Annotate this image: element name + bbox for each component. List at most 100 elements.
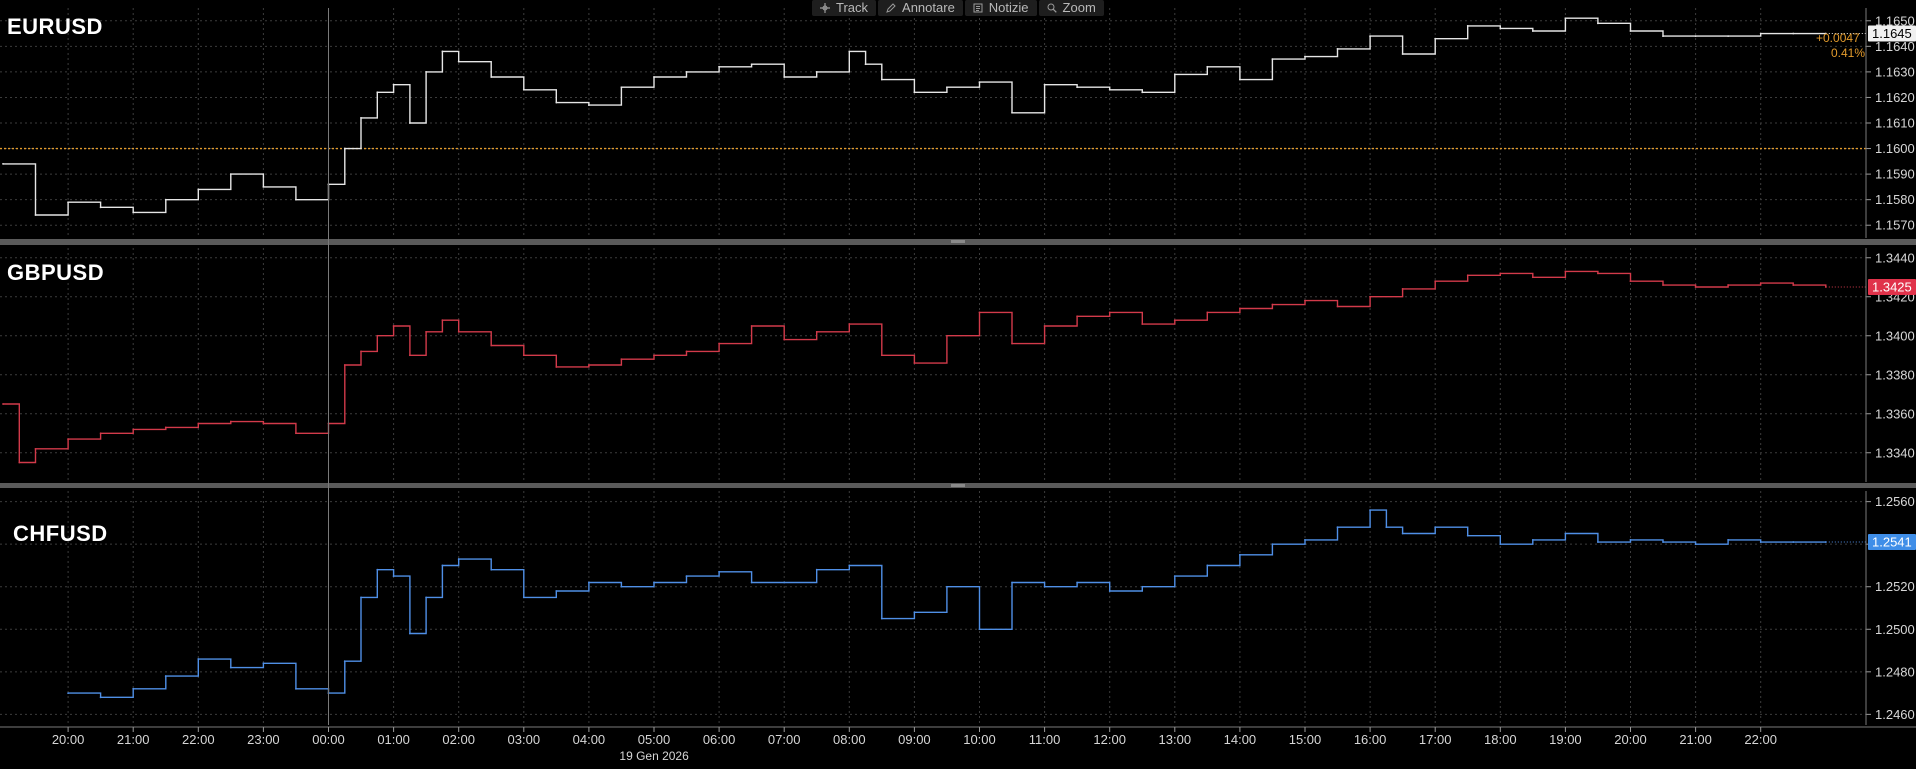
- x-tick-label: 09:00: [898, 732, 931, 747]
- gbpusd-data-point: [1108, 311, 1111, 314]
- chfusd-data-point: [1662, 541, 1664, 543]
- gbpusd-data-point: [1141, 323, 1144, 325]
- chfusd-data-point: [1727, 539, 1730, 541]
- eurusd-y-tick-label: 1.1590: [1875, 167, 1915, 182]
- eurusd-y-tick-label: 1.1610: [1875, 116, 1915, 131]
- eurusd-data-point: [1531, 30, 1534, 32]
- chfusd-data-point: [1141, 585, 1144, 588]
- gbpusd-data-point: [408, 354, 411, 357]
- chart-toolbar: Track Annotare Notizie Zoom: [812, 0, 1104, 16]
- x-tick-label: 12:00: [1093, 732, 1126, 747]
- gbpusd-y-tick-label: 1.3440: [1875, 250, 1915, 265]
- eurusd-data-point: [1271, 58, 1274, 61]
- gbpusd-data-point: [2, 403, 4, 405]
- news-button[interactable]: Notizie: [964, 0, 1037, 16]
- eurusd-y-tick-label: 1.1600: [1875, 141, 1915, 156]
- chfusd-data-point: [1108, 590, 1111, 592]
- chfusd-data-point: [1597, 541, 1599, 543]
- chfusd-data-point: [913, 611, 916, 614]
- gbpusd-data-point: [1531, 276, 1534, 279]
- gbpusd-data-point: [1759, 282, 1762, 284]
- chfusd-data-point: [815, 568, 818, 571]
- gbpusd-data-point: [1336, 305, 1339, 308]
- x-tick-label: 08:00: [833, 732, 866, 747]
- gbpusd-data-point: [262, 422, 265, 425]
- gbpusd-data-point: [555, 366, 558, 368]
- gbpusd-data-point: [1271, 303, 1274, 306]
- gbpusd-y-tick-label: 1.3340: [1875, 445, 1915, 460]
- eurusd-data-point: [360, 116, 362, 119]
- chfusd-last-value-label: 1.2541: [1872, 535, 1912, 550]
- gbpusd-data-point: [441, 319, 444, 322]
- chfusd-data-point: [295, 687, 297, 690]
- eurusd-data-point: [1499, 27, 1502, 30]
- x-tick-label: 22:00: [182, 732, 215, 747]
- eurusd-data-point: [1597, 22, 1599, 25]
- chfusd-data-point: [1336, 526, 1339, 529]
- chfusd-data-point: [653, 581, 655, 584]
- gbpusd-data-point: [1043, 325, 1046, 327]
- eurusd-data-point: [392, 83, 395, 86]
- eurusd-data-point: [1304, 55, 1306, 58]
- eurusd-data-point: [99, 206, 102, 209]
- gbpusd-data-point: [392, 325, 395, 327]
- gbpusd-data-point: [522, 354, 525, 357]
- eurusd-data-point: [343, 147, 346, 150]
- x-tick-label: 06:00: [703, 732, 736, 747]
- x-tick-label: 01:00: [377, 732, 410, 747]
- chfusd-data-point: [1271, 543, 1274, 546]
- track-label: Track: [836, 0, 869, 15]
- eurusd-data-point: [1076, 86, 1079, 89]
- gbpusd-data-point: [1597, 272, 1599, 275]
- eurusd-data-point: [620, 86, 623, 89]
- chfusd-data-point: [1759, 541, 1762, 543]
- eurusd-data-point: [2, 162, 4, 165]
- gbpusd-data-point: [1466, 274, 1469, 277]
- track-button[interactable]: Track: [812, 0, 877, 16]
- x-tick-label: 07:00: [768, 732, 801, 747]
- chfusd-data-point: [978, 628, 981, 631]
- gbpusd-data-point: [1076, 315, 1079, 318]
- chfusd-data-point: [1385, 526, 1388, 529]
- gbpusd-data-point: [1662, 284, 1664, 286]
- x-tick-label: 18:00: [1484, 732, 1517, 747]
- eurusd-title: EURUSD: [7, 14, 103, 39]
- eurusd-data-point: [750, 63, 753, 66]
- eurusd-data-point: [588, 104, 590, 107]
- chfusd-y-tick-label: 1.2480: [1875, 664, 1915, 679]
- gbpusd-data-point: [718, 342, 720, 345]
- eurusd-data-point: [1173, 73, 1176, 76]
- eurusd-y-tick-label: 1.1580: [1875, 192, 1915, 207]
- chfusd-data-point: [555, 590, 558, 592]
- gbpusd-data-point: [490, 344, 493, 347]
- gbpusd-y-tick-label: 1.3360: [1875, 406, 1915, 421]
- chfusd-data-point: [946, 585, 948, 588]
- chfusd-data-point: [490, 568, 493, 571]
- eurusd-data-point: [1401, 53, 1404, 55]
- eurusd-data-point: [1694, 35, 1697, 38]
- gbpusd-data-point: [425, 330, 428, 333]
- annotate-button[interactable]: Annotare: [878, 0, 963, 16]
- chfusd-data-point: [783, 581, 786, 584]
- eurusd-data-point: [1564, 17, 1567, 20]
- zoom-button[interactable]: Zoom: [1038, 0, 1104, 16]
- x-tick-label: 03:00: [508, 732, 541, 747]
- gbpusd-data-point: [197, 422, 200, 425]
- eurusd-change-abs: +0.0047: [1816, 31, 1860, 45]
- eurusd-data-point: [295, 198, 297, 201]
- chfusd-data-point: [376, 568, 379, 571]
- multi-pane-chart[interactable]: 1.1570 1.1580 1.1590 1.1600 1.1610 1.1620 1.16…: [0, 0, 1916, 764]
- x-tick-label: 21:00: [1679, 732, 1712, 747]
- x-tick-label: 21:00: [117, 732, 150, 747]
- chfusd-data-point: [457, 558, 460, 560]
- chart-stage[interactable]: 1.1570 1.1580 1.1590 1.1600 1.1610 1.1620 1.16…: [0, 0, 1916, 764]
- eurusd-data-point: [425, 70, 428, 73]
- eurusd-data-point: [1206, 65, 1209, 68]
- gbpusd-data-point: [1401, 288, 1404, 290]
- eurusd-data-point: [197, 188, 200, 191]
- eurusd-data-point: [376, 91, 379, 94]
- gbpusd-last-value-label: 1.3425: [1872, 280, 1912, 295]
- chfusd-data-point: [848, 564, 851, 567]
- chfusd-data-point: [1304, 539, 1306, 541]
- gbpusd-data-point: [1173, 319, 1176, 322]
